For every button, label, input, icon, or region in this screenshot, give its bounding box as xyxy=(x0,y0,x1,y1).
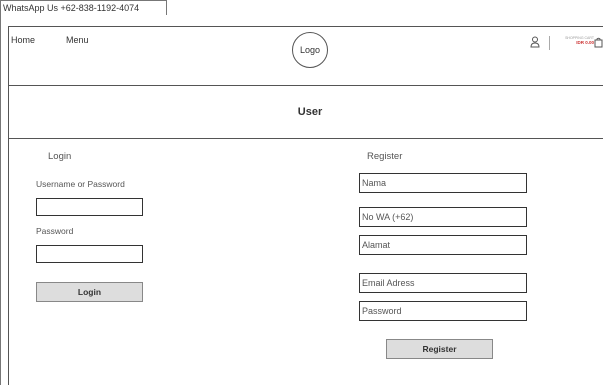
page-title: User xyxy=(297,106,323,118)
title-bottom-line xyxy=(8,138,603,139)
cart-amount: IDR 0.00 xyxy=(576,40,594,45)
password-label: Password xyxy=(36,226,74,236)
register-password-placeholder: Password xyxy=(362,306,402,316)
nama-field[interactable]: Nama xyxy=(359,173,527,193)
login-button-label: Login xyxy=(77,287,102,297)
header-bottom-line xyxy=(8,85,603,86)
password-input[interactable] xyxy=(36,245,143,263)
register-password-field[interactable]: Password xyxy=(359,301,527,321)
cart-icon[interactable] xyxy=(594,37,603,48)
register-button-label: Register xyxy=(422,344,457,354)
email-placeholder: Email Adress xyxy=(362,278,415,288)
wa-placeholder: No WA (+62) xyxy=(362,212,414,222)
header-divider xyxy=(549,36,550,50)
user-icon[interactable] xyxy=(530,36,540,48)
header-top-line xyxy=(8,26,603,27)
wa-field[interactable]: No WA (+62) xyxy=(359,207,527,227)
username-label: Username or Password xyxy=(36,179,125,189)
content-left-line xyxy=(8,26,9,385)
whatsapp-text: WhatsApp Us +62-838-1192-4074 xyxy=(3,3,140,13)
email-field[interactable]: Email Adress xyxy=(359,273,527,293)
register-heading: Register xyxy=(367,151,403,162)
login-button[interactable]: Login xyxy=(36,282,143,302)
alamat-field[interactable]: Alamat xyxy=(359,235,527,255)
nav-home[interactable]: Home xyxy=(11,35,35,45)
register-button[interactable]: Register xyxy=(386,339,493,359)
nav-menu[interactable]: Menu xyxy=(66,35,89,45)
logo[interactable]: Logo xyxy=(292,32,328,68)
nama-placeholder: Nama xyxy=(362,178,387,188)
username-input[interactable] xyxy=(36,198,143,216)
logo-text: Logo xyxy=(299,45,321,55)
cart-info[interactable]: SHOPPING CART IDR 0.00 xyxy=(556,36,594,45)
login-heading: Login xyxy=(48,151,72,162)
left-border xyxy=(0,15,1,385)
alamat-placeholder: Alamat xyxy=(362,240,391,250)
whatsapp-bar: WhatsApp Us +62-838-1192-4074 xyxy=(0,0,167,15)
